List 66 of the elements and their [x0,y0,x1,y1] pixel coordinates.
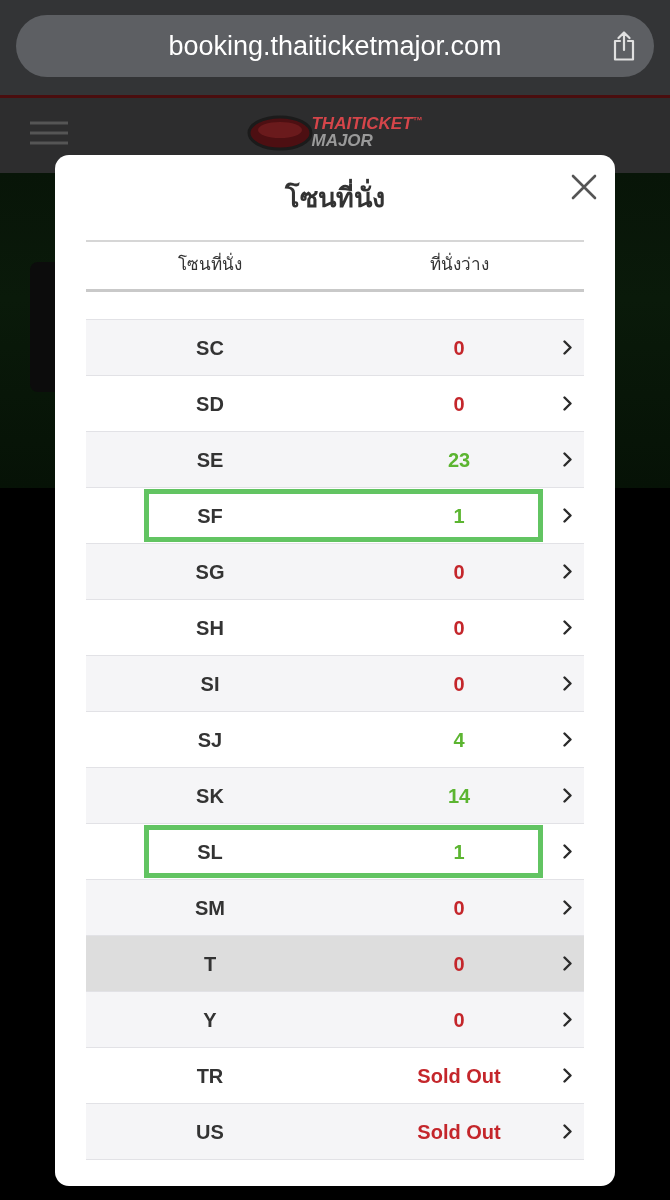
logo-subtext: MAJOR [311,132,374,149]
seat-count: 1 [453,839,465,865]
zone-row[interactable]: SE 23 [86,432,584,488]
seat-count: 0 [453,559,465,585]
chevron-right-icon [562,844,572,859]
seat-count: 0 [453,1007,465,1033]
zone-row[interactable]: SF 1 [86,488,584,544]
close-icon [571,174,597,200]
zone-name: US [196,1119,224,1145]
chevron-right-icon [562,900,572,915]
chevron-right-icon [562,1068,572,1083]
zone-row[interactable]: T 0 [86,936,584,992]
chevron-right-icon [562,1124,572,1139]
zone-name: Y [203,1007,217,1033]
chevron-right-icon [562,620,572,635]
chevron-right-icon [562,788,572,803]
zone-row[interactable]: SK 14 [86,768,584,824]
seat-count: Sold Out [417,1119,501,1145]
logo-emblem-icon [247,114,314,151]
zone-name: SK [196,783,224,809]
zone-row[interactable]: SC 0 [86,320,584,376]
seat-count: 1 [453,503,465,529]
seat-count: 4 [453,727,465,753]
chevron-right-icon [562,1012,572,1027]
logo-text: THAITICKET$^{™}$ [311,116,423,133]
seat-count: 0 [453,951,465,977]
zone-row[interactable]: SM 0 [86,880,584,936]
zone-name: T [203,951,217,977]
share-icon[interactable] [613,31,635,61]
chevron-right-icon [562,452,572,467]
chevron-right-icon [562,732,572,747]
zone-name: SE [196,447,224,473]
chevron-right-icon [562,508,572,523]
zone-name: SL [197,839,223,865]
column-header: โซนที่นั่ง [86,254,334,277]
zone-name: SC [196,335,224,361]
chevron-right-icon [562,676,572,691]
seat-count: Sold Out [417,1063,501,1089]
chevron-right-icon [562,956,572,971]
seat-count: 0 [453,671,465,697]
zone-name: SF [197,503,223,529]
close-button[interactable] [571,174,597,200]
column-header: ที่นั่งว่าง [368,254,550,277]
zone-row[interactable]: SI 0 [86,656,584,712]
zone-row[interactable]: US Sold Out [86,1104,584,1160]
seat-count: 0 [453,895,465,921]
chevron-right-icon [562,564,572,579]
seat-count: 0 [453,615,465,641]
seat-count: 14 [447,783,471,809]
zone-name: SM [195,895,225,921]
zone-row[interactable]: Y 0 [86,992,584,1048]
zone-name: SJ [197,727,223,753]
zone-name: SD [196,391,224,417]
zone-row[interactable]: SG 0 [86,544,584,600]
zone-name: SH [196,615,224,641]
zone-name: SG [195,559,225,585]
dialog-title: โซนที่นั่ง [285,180,385,217]
seat-count: 0 [453,335,465,361]
seat-count: 23 [447,447,471,473]
chevron-right-icon [562,396,572,411]
seat-count: 0 [453,391,465,417]
zone-name: SI [200,671,220,697]
zone-name: TR [196,1063,224,1089]
address-bar[interactable]: booking.thaiticketmajor.com [16,15,654,77]
chevron-right-icon [562,340,572,355]
zone-row[interactable]: SL 1 [86,824,584,880]
